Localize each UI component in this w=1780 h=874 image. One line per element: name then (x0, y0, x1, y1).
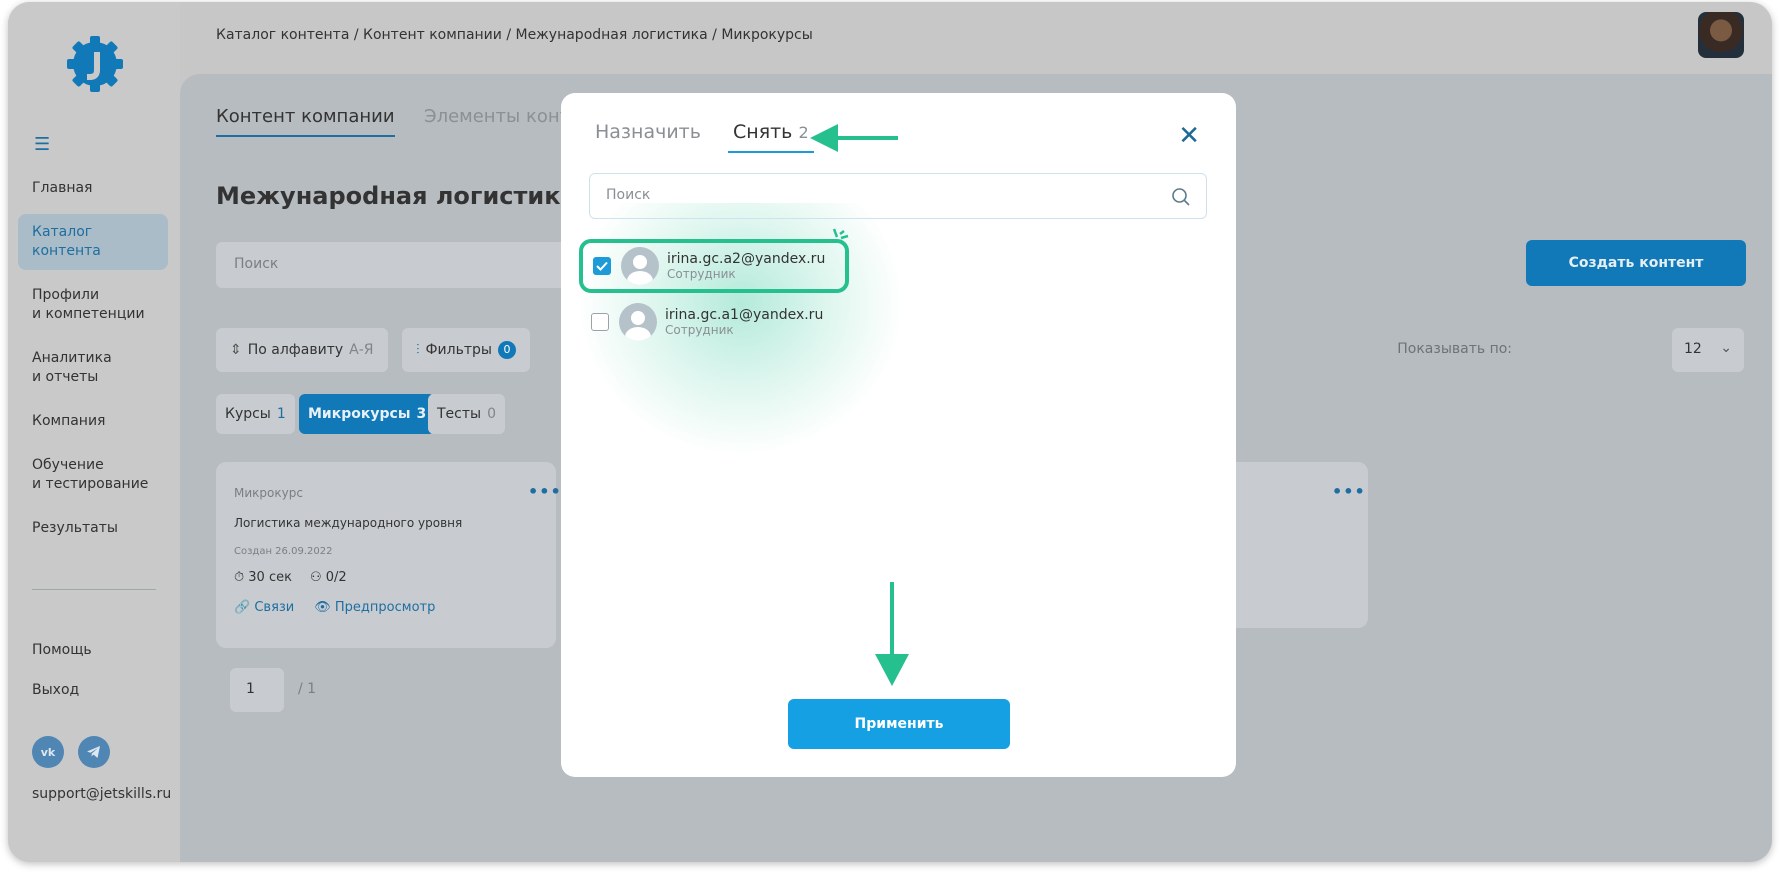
card-progress: 0/2 (325, 570, 347, 585)
chip-count: 3 (416, 406, 427, 422)
user-row[interactable]: irina.gc.a1@yandex.ru Сотрудник (581, 297, 881, 347)
user-avatar[interactable] (1698, 12, 1744, 58)
sparkle-icon (832, 228, 849, 240)
social-links: vk (32, 736, 110, 768)
card-more-icon[interactable]: ••• (1332, 482, 1366, 501)
user-role: Сотрудник (667, 267, 736, 281)
vk-icon[interactable]: vk (32, 736, 64, 768)
user-info: irina.gc.a1@yandex.ru Сотрудник (665, 307, 823, 337)
links-label: Связи (254, 600, 295, 615)
page-total: / 1 (298, 681, 317, 697)
sidebar-item-analytics[interactable]: Аналитика и отчеты (18, 340, 168, 396)
card-links: 🔗 Связи 👁 Предпросмотр (234, 600, 435, 615)
sort-button[interactable]: ⇕ По алфавиту А-Я (216, 328, 388, 372)
search-icon[interactable] (1170, 186, 1192, 208)
tab-remove[interactable]: Снять 2 (728, 121, 814, 153)
chevron-down-icon: ⌄ (1720, 340, 1732, 356)
filter-sliders-icon: ⫶ (416, 342, 420, 358)
support-email[interactable]: support@jetskills.ru (32, 786, 171, 802)
sidebar-item-profiles[interactable]: Профили и компетенции (18, 277, 168, 333)
user-email: irina.gc.a1@yandex.ru (665, 307, 824, 323)
card-kind: Микрокурс (234, 486, 303, 500)
tab-assign[interactable]: Назначить (595, 121, 701, 151)
tab-company-content[interactable]: Контент компании (216, 106, 395, 137)
user-info: irina.gc.a2@yandex.ru Сотрудник (667, 251, 825, 281)
show-by-label: Показывать по: (1397, 341, 1512, 357)
sort-order: А-Я (349, 342, 374, 358)
sidebar-item-training[interactable]: Обучение и тестирование (18, 447, 168, 503)
modal-search-input[interactable]: Поиск (589, 173, 1207, 219)
close-icon[interactable]: ✕ (1178, 123, 1200, 149)
sidebar-bottom: Помощь Выход (32, 642, 92, 722)
chip-label: Тесты (437, 406, 482, 422)
sidebar-divider (32, 589, 156, 590)
filters-button[interactable]: ⫶ Фильтры 0 (402, 328, 530, 372)
content-search-input[interactable]: Поиск (216, 242, 596, 288)
user-avatar-placeholder (619, 303, 657, 341)
users-icon: ⚇ 0/2 (309, 570, 347, 585)
annotation-arrow-down-icon (875, 582, 909, 686)
chip-count: 0 (487, 406, 496, 422)
sort-icon: ⇕ (230, 342, 242, 358)
links-button[interactable]: 🔗 Связи (234, 600, 294, 615)
card-duration: 30 сек (248, 570, 292, 585)
help-link[interactable]: Помощь (32, 642, 92, 658)
user-checkbox-unchecked[interactable] (591, 313, 609, 331)
chip-tests[interactable]: Тесты 0 (428, 394, 505, 434)
chip-courses[interactable]: Курсы 1 (216, 394, 295, 434)
preview-label: Предпросмотр (334, 600, 436, 615)
modal-search-placeholder: Поиск (606, 187, 651, 203)
logo-gear-icon[interactable] (63, 32, 127, 96)
filters-count-badge: 0 (497, 341, 516, 359)
sidebar-item-catalog[interactable]: Каталог контента (18, 214, 168, 270)
sidebar-item-company[interactable]: Компания (18, 403, 168, 440)
telegram-icon[interactable] (78, 736, 110, 768)
card-title: Логистика международного уровня (234, 516, 463, 530)
show-by-value: 12 (1684, 341, 1702, 357)
breadcrumb[interactable]: Каталог контента / Контент компании / Ме… (216, 27, 813, 43)
card-created-date: Создан 26.09.2022 (234, 546, 333, 557)
logout-link[interactable]: Выход (32, 682, 92, 698)
show-by-select[interactable]: 12 ⌄ (1672, 328, 1744, 372)
create-content-button[interactable]: Создать контент (1526, 240, 1746, 286)
chip-label: Микрокурсы (308, 406, 411, 422)
filters-label: Фильтры (425, 342, 492, 358)
sort-label: По алфавиту (247, 342, 344, 358)
app-window: ☰ Главная Каталог контента Профили и ком… (8, 2, 1772, 862)
preview-button[interactable]: 👁 Предпросмотр (314, 600, 435, 615)
page-title: Межунарodная логистика (216, 182, 577, 210)
content-card[interactable]: Микрокурс Логистика международного уровн… (216, 462, 561, 648)
card-more-icon[interactable]: ••• (528, 482, 562, 501)
sidebar: ☰ Главная Каталог контента Профили и ком… (8, 2, 180, 862)
tab-remove-label: Снять (733, 121, 793, 143)
timer-icon: ⏱ 30 сек (234, 570, 292, 585)
tab-content-elements[interactable]: Элементы конте (424, 106, 581, 135)
chip-count: 1 (276, 406, 286, 422)
user-avatar-placeholder (621, 247, 659, 285)
chip-label: Курсы (225, 406, 271, 422)
sidebar-nav: Главная Каталог контента Профили и компе… (18, 170, 168, 554)
sidebar-item-results[interactable]: Результаты (18, 510, 168, 547)
menu-icon[interactable]: ☰ (34, 134, 50, 155)
chip-microcourses[interactable]: Микрокурсы 3 (299, 394, 436, 434)
card-stats: ⏱ 30 сек ⚇ 0/2 (234, 570, 347, 585)
user-email: irina.gc.a2@yandex.ru (667, 251, 826, 267)
user-role: Сотрудник (665, 323, 734, 337)
apply-button[interactable]: Применить (788, 699, 1010, 749)
page-number-input[interactable]: 1 (230, 668, 284, 712)
sidebar-item-home[interactable]: Главная (18, 170, 168, 207)
annotation-arrow-left-icon (810, 124, 898, 152)
user-checkbox-checked[interactable] (593, 257, 611, 275)
user-row[interactable]: irina.gc.a2@yandex.ru Сотрудник (579, 239, 849, 293)
